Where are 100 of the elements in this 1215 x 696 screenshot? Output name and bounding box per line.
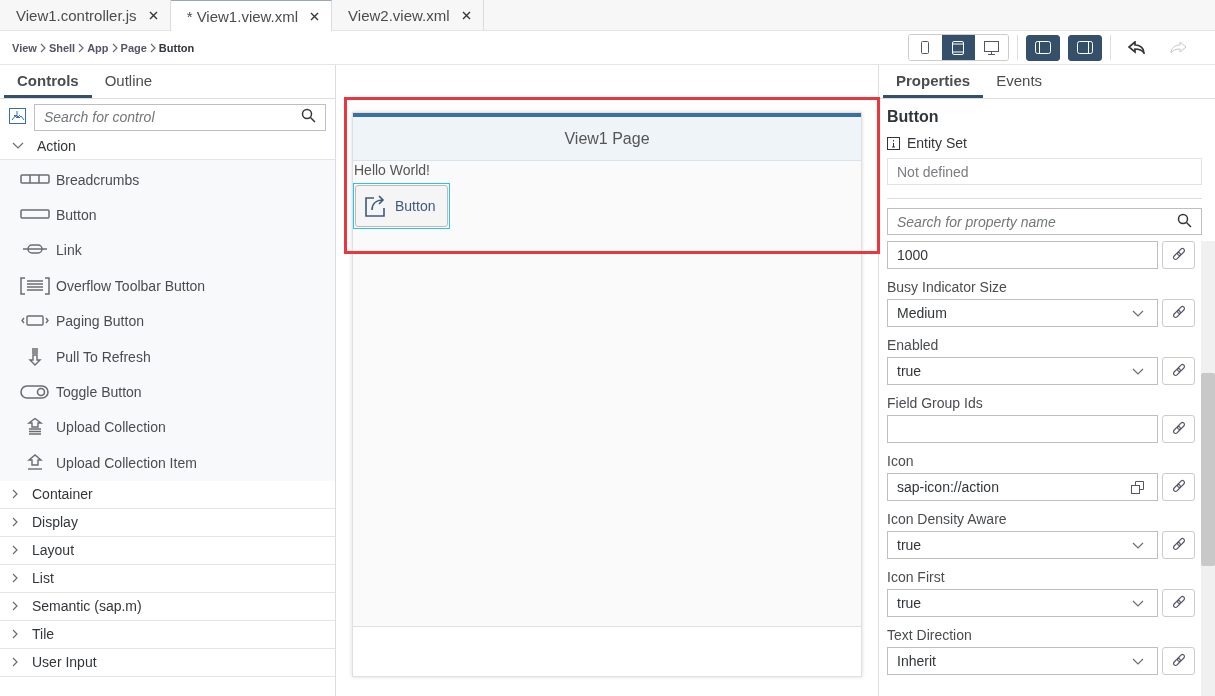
undo-icon xyxy=(1127,41,1145,54)
breadcrumb-link[interactable]: Page xyxy=(120,41,147,54)
file-tab[interactable]: View2.view.xml xyxy=(332,0,484,31)
chevron-down-icon xyxy=(1132,309,1144,317)
image-icon xyxy=(9,107,26,124)
panel-tab[interactable]: Events xyxy=(983,65,1056,98)
link-icon xyxy=(1170,537,1187,553)
chevron-down-icon xyxy=(12,142,24,149)
list-icon xyxy=(20,276,50,295)
category-header[interactable]: User Input xyxy=(0,648,335,677)
input-field[interactable]: sap-icon://action xyxy=(887,473,1158,501)
control-item[interactable]: Upload Collection Item xyxy=(0,445,335,481)
field-label: Text Direction xyxy=(887,625,973,645)
breadcrumb-link[interactable]: App xyxy=(87,41,109,54)
link-icon xyxy=(1170,247,1187,263)
input-field[interactable]: 1000 xyxy=(887,241,1158,269)
close-icon xyxy=(461,11,471,20)
right-panel-icon xyxy=(1077,41,1093,54)
category-header[interactable]: Container xyxy=(0,480,335,509)
chevron-right-icon xyxy=(12,489,18,499)
dropdown[interactable]: Inherit xyxy=(887,647,1158,675)
binding-button[interactable] xyxy=(1162,241,1195,269)
field-label: Entity Set xyxy=(907,135,967,151)
chevron-icon xyxy=(149,42,156,53)
panel-tab[interactable]: Controls xyxy=(4,65,92,98)
panel-tab[interactable]: Properties xyxy=(883,65,984,98)
binding-button[interactable] xyxy=(1162,531,1195,559)
chevron-icon xyxy=(111,42,118,53)
field-label: Icon xyxy=(887,451,915,471)
binding-button[interactable] xyxy=(1162,415,1195,443)
binding-button[interactable] xyxy=(1162,647,1195,675)
binding-button[interactable] xyxy=(1162,473,1195,501)
redo-icon xyxy=(1169,41,1187,54)
field-label: Busy Indicator Size xyxy=(887,277,1008,297)
chevron-right-icon xyxy=(12,545,18,555)
breadcrumb-link[interactable]: View xyxy=(12,41,37,54)
chevron-right-icon xyxy=(12,657,18,667)
chevron-right-icon xyxy=(12,573,18,583)
breadcrumb-link[interactable]: Button xyxy=(158,41,195,54)
category-header[interactable]: List xyxy=(0,564,335,593)
chevron-icon xyxy=(78,42,85,53)
binding-button[interactable] xyxy=(1162,299,1195,327)
toggle-icon xyxy=(20,383,50,402)
link-icon xyxy=(1170,305,1187,321)
panel-title: Button xyxy=(887,108,940,126)
control-item[interactable]: Breadcrumbs xyxy=(0,162,335,198)
binding-button[interactable] xyxy=(1162,357,1195,385)
link-icon xyxy=(1170,363,1187,379)
category-header[interactable]: Tile xyxy=(0,620,335,649)
chevron-down-icon xyxy=(1132,657,1144,665)
link-icon xyxy=(1170,595,1187,611)
category-header[interactable]: Layout xyxy=(0,536,335,565)
left-panel-icon xyxy=(1035,41,1051,54)
close-icon xyxy=(310,11,320,21)
dropdown[interactable]: Medium xyxy=(887,299,1158,327)
breadcrumb-link[interactable]: Shell xyxy=(48,41,76,54)
chevron-down-icon xyxy=(1132,599,1144,607)
control-item[interactable]: Toggle Button xyxy=(0,374,335,410)
control-item[interactable]: Link xyxy=(0,232,335,269)
control-item[interactable]: Upload Collection xyxy=(0,409,335,446)
close-icon xyxy=(148,11,158,20)
category-header[interactable]: Semantic (sap.m) xyxy=(0,592,335,621)
chevron-right-icon xyxy=(12,517,18,527)
link-icon xyxy=(1170,479,1187,495)
binding-button[interactable] xyxy=(1162,589,1195,617)
field-label: Icon First xyxy=(887,567,946,587)
panel-toggle[interactable] xyxy=(1026,34,1060,61)
monitor-icon xyxy=(984,40,999,55)
search-field[interactable]: Search for control xyxy=(34,103,326,131)
control-item[interactable]: Pull To Refresh xyxy=(0,338,335,375)
control-item[interactable]: Overflow Toolbar Button xyxy=(0,268,335,304)
scrollbar[interactable] xyxy=(1201,241,1215,696)
chevron-icon xyxy=(39,42,46,53)
device-switcher[interactable] xyxy=(908,34,1009,61)
dropdown[interactable]: true xyxy=(887,357,1158,385)
search-field[interactable]: Search for property name xyxy=(887,208,1202,235)
share-button[interactable]: Button xyxy=(355,185,449,227)
file-tab[interactable]: View1.controller.js xyxy=(0,0,171,31)
panel-toggle[interactable] xyxy=(1068,34,1102,61)
info-icon xyxy=(887,136,900,150)
file-tab[interactable]: * View1.view.xml xyxy=(170,0,333,31)
control-item[interactable]: Button xyxy=(0,197,335,233)
copy-icon xyxy=(1131,480,1144,494)
chevron-right-icon xyxy=(12,629,18,639)
chevron-down-icon xyxy=(1132,541,1144,549)
link-icon xyxy=(1170,421,1187,437)
dropdown[interactable]: true xyxy=(887,531,1158,559)
link-icon xyxy=(1170,653,1187,669)
search-icon xyxy=(301,108,316,123)
page-title: View1 Page xyxy=(564,129,650,148)
chevron-right-icon xyxy=(12,601,18,611)
field-label: Enabled xyxy=(887,335,940,355)
input-field[interactable] xyxy=(887,415,1158,443)
dropdown[interactable]: true xyxy=(887,589,1158,617)
category-header[interactable]: Display xyxy=(0,508,335,537)
entity-set-field: Not defined xyxy=(887,158,1202,185)
field-label: Icon Density Aware xyxy=(887,509,1008,529)
panel-tab[interactable]: Outline xyxy=(91,65,166,98)
device-toggle[interactable] xyxy=(942,35,975,60)
control-item[interactable]: Paging Button xyxy=(0,303,335,339)
